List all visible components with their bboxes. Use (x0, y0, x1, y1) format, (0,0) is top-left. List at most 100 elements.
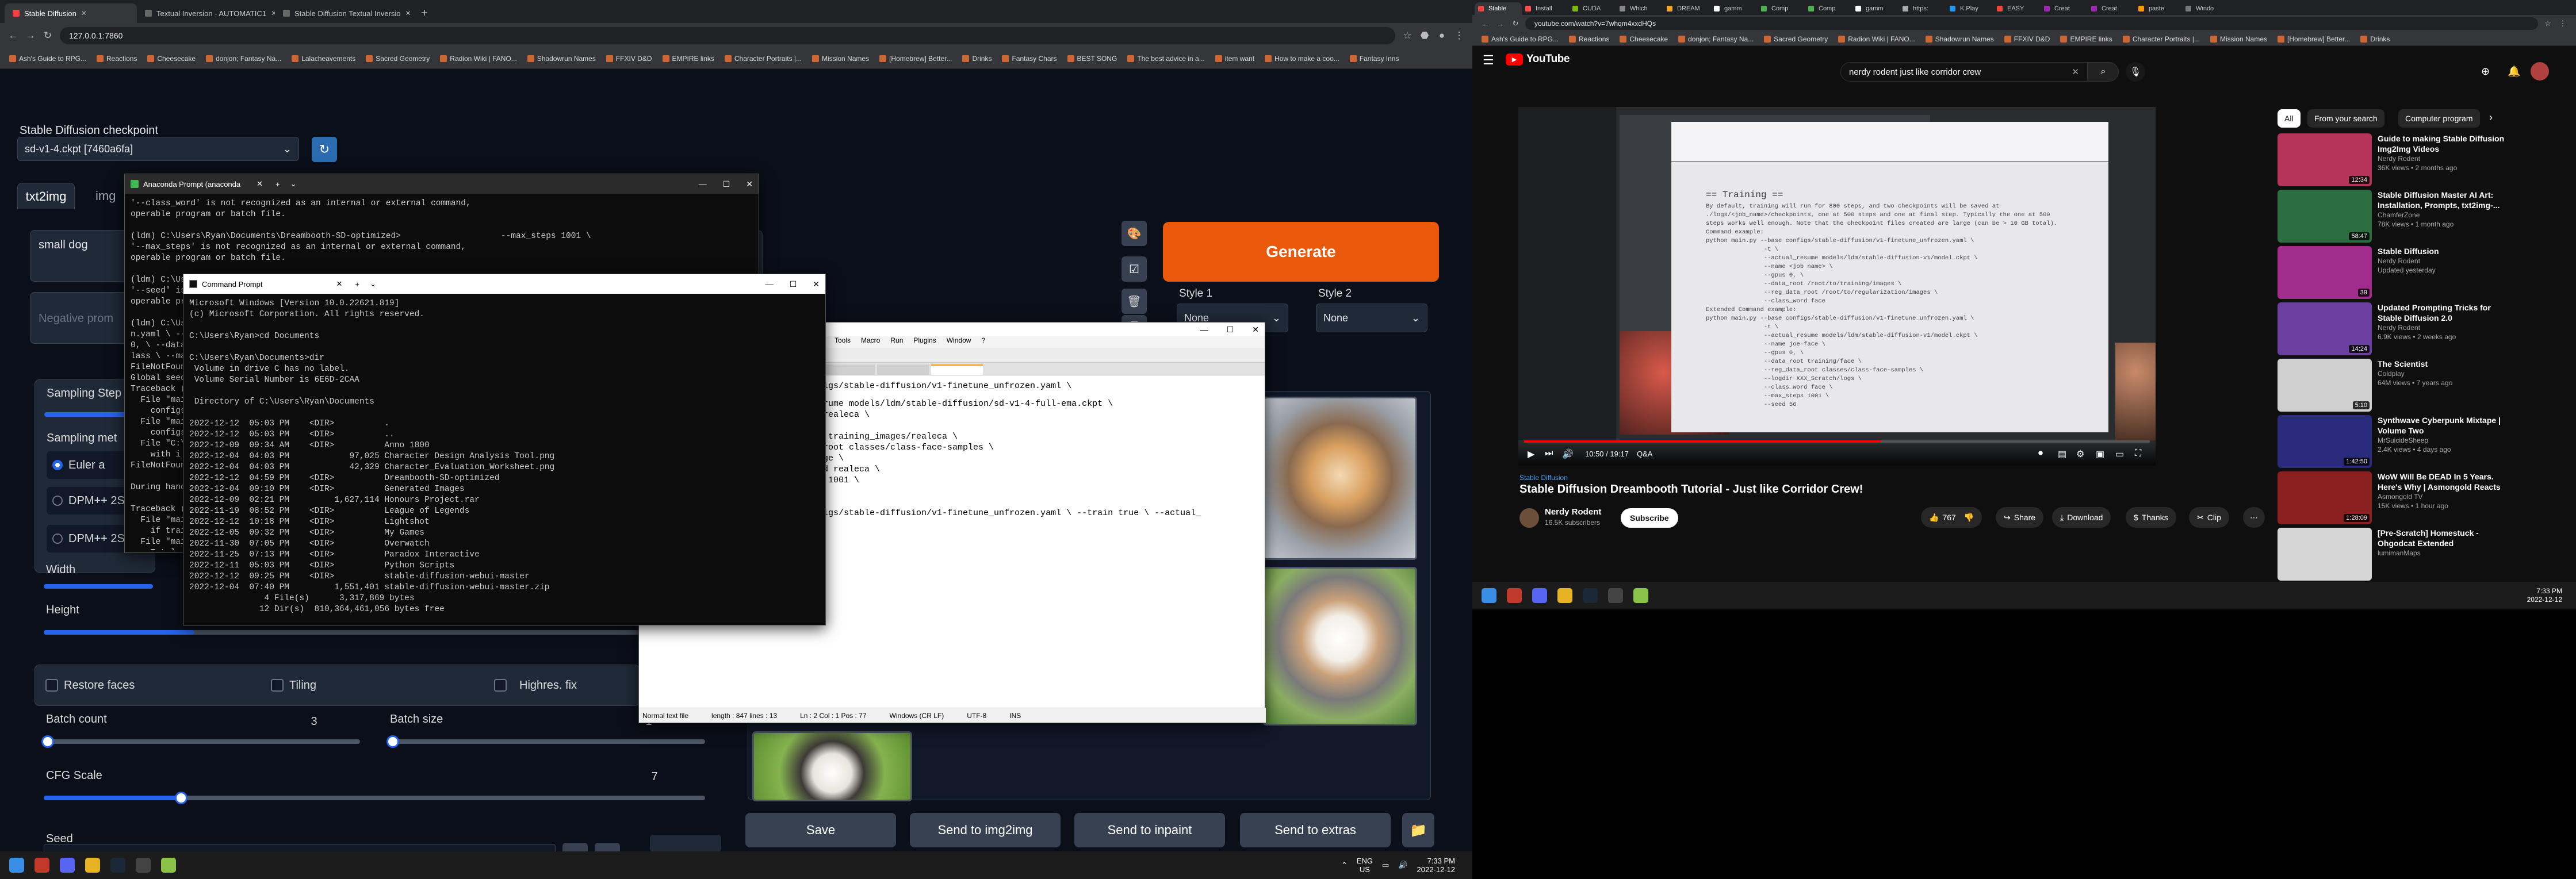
like-button[interactable]: 👍 767 👎 (1921, 507, 1982, 528)
close-tab-icon[interactable]: ✕ (336, 279, 342, 289)
browser-tab[interactable]: gamm (1852, 2, 1899, 15)
discord-icon[interactable] (1532, 588, 1547, 603)
browser-tab[interactable]: Install (1522, 2, 1569, 15)
bookmark-item[interactable]: EMPIRE links (659, 55, 718, 63)
video-thumbnail[interactable] (2278, 528, 2372, 581)
bookmark-item[interactable]: Ash's Guide to RPG... (1478, 35, 1562, 43)
bookmark-item[interactable]: Mission Names (809, 55, 872, 63)
restore-faces-checkbox[interactable] (45, 679, 58, 692)
chip-computer-program[interactable]: Computer program (2398, 109, 2480, 128)
network-icon[interactable]: ▭ (1382, 861, 1389, 870)
bookmark-item[interactable]: Mission Names (2207, 35, 2271, 43)
bookmark-item[interactable]: Cheesecake (144, 55, 199, 63)
clock[interactable]: 7:33 PM 2022-12-12 (2527, 587, 2576, 604)
browser-tab[interactable]: EASY (1993, 2, 2041, 15)
close-icon[interactable]: ✕ (1252, 325, 1259, 335)
star-icon[interactable]: ☆ (2543, 19, 2553, 28)
bookmark-item[interactable]: Shadowrun Names (1922, 35, 1997, 43)
video-thumbnail[interactable]: 14:24 (2278, 302, 2372, 355)
gallery-image-1[interactable] (1263, 397, 1417, 560)
thanks-button[interactable]: $ Thanks (2126, 507, 2176, 528)
paste-icon[interactable]: ☑ (1122, 256, 1147, 282)
interrogate-icon[interactable]: 🎨 (1122, 221, 1147, 246)
chrome-icon[interactable] (85, 858, 100, 873)
maximize-icon[interactable]: ☐ (723, 179, 730, 189)
browser-tab[interactable]: Windo (2182, 2, 2229, 15)
save-button[interactable]: Save (745, 813, 896, 847)
volume-icon[interactable]: 🔊 (1398, 861, 1407, 870)
opera-icon[interactable] (35, 858, 49, 873)
player-chapter[interactable]: Q&A (1637, 450, 1652, 458)
terminal-icon[interactable] (136, 858, 151, 873)
batch-count-slider[interactable] (41, 735, 360, 748)
browser-tab[interactable]: Stable (1475, 2, 1522, 15)
close-icon[interactable]: ✕ (813, 279, 820, 289)
video-thumbnail[interactable]: 5:10 (2278, 359, 2372, 412)
forward-icon[interactable]: → (25, 30, 36, 41)
batch-count-value[interactable]: 3 (303, 715, 326, 732)
bookmark-item[interactable]: Ash's Guide to RPG... (6, 55, 90, 63)
share-button[interactable]: ↪ Share (1996, 507, 2044, 528)
clock[interactable]: 7:33 PM 2022-12-12 (1417, 857, 1456, 874)
send-to-img2img-button[interactable]: Send to img2img (910, 813, 1061, 847)
menu-item[interactable]: Tools (835, 336, 851, 348)
minimize-icon[interactable]: — (699, 179, 707, 189)
chevron-up-icon[interactable]: ⌃ (1341, 861, 1348, 870)
menu-item[interactable]: Macro (861, 336, 880, 348)
bookmark-item[interactable]: FFXIV D&D (2001, 35, 2054, 43)
close-tab-icon[interactable]: ✕ (81, 9, 87, 17)
tiling-checkbox[interactable] (271, 679, 284, 692)
recommended-video[interactable]: 1:42:50 Synthwave Cyberpunk Mixtape | Vol… (2278, 415, 2508, 468)
back-icon[interactable]: ← (1480, 20, 1491, 28)
maximize-icon[interactable]: ☐ (1227, 325, 1234, 335)
checkpoint-dropdown[interactable]: sd-v1-4.ckpt [7460a6fa] ⌄ (17, 137, 299, 161)
hamburger-icon[interactable]: ☰ (1483, 53, 1494, 68)
browser-tab[interactable]: https: (1899, 2, 1946, 15)
bookmark-item[interactable]: Shadowrun Names (524, 55, 599, 63)
bookmark-item[interactable]: [Homebrew] Better... (876, 55, 955, 63)
progress-bar[interactable] (1524, 440, 2150, 443)
reload-icon[interactable]: ↻ (1510, 19, 1521, 28)
new-tab-icon[interactable]: + (355, 280, 359, 289)
settings-icon[interactable]: ⚙ (2076, 448, 2084, 460)
theater-icon[interactable]: ▭ (2115, 448, 2124, 460)
browser-tab[interactable]: K.Play (1946, 2, 1993, 15)
video-player[interactable]: == Training == By default, training will… (1518, 107, 2156, 466)
menu-item[interactable]: Plugins (913, 336, 936, 348)
bookmark-item[interactable]: item want (1212, 55, 1258, 63)
chevron-right-icon[interactable]: › (2489, 112, 2493, 124)
bookmark-item[interactable]: Sacred Geometry (362, 55, 433, 63)
video-thumbnail[interactable]: 39 (2278, 246, 2372, 299)
bookmark-item[interactable]: Radion Wiki | FANO... (1835, 35, 1918, 43)
discord-icon[interactable] (60, 858, 75, 873)
windows-start-icon[interactable] (9, 858, 24, 873)
bookmark-item[interactable]: Radion Wiki | FANO... (437, 55, 520, 63)
browser-tab[interactable]: gamm (1710, 2, 1758, 15)
notepad-tab-active[interactable] (931, 364, 983, 375)
trash-icon[interactable]: 🗑 (1122, 289, 1147, 314)
video-thumbnail[interactable]: 1:42:50 (2278, 415, 2372, 468)
video-thumbnail[interactable]: 12:34 (2278, 133, 2372, 186)
browser-tab[interactable]: CUDA (1569, 2, 1616, 15)
send-to-inpaint-button[interactable]: Send to inpaint (1074, 813, 1225, 847)
maximize-icon[interactable]: ☐ (790, 279, 797, 289)
forward-icon[interactable]: → (1495, 20, 1506, 28)
browser-tab[interactable]: Creat (2088, 2, 2135, 15)
tab-sd-textual-inversion[interactable]: Stable Diffusion Textual Inversio ✕ (275, 3, 413, 23)
browser-tab[interactable]: DREAM (1663, 2, 1710, 15)
close-tab-icon[interactable]: ✕ (271, 9, 275, 17)
bookmark-item[interactable]: Fantasy Chars (998, 55, 1060, 63)
bookmark-item[interactable]: BEST SONG (1064, 55, 1121, 63)
style2-dropdown[interactable]: None ⌄ (1316, 304, 1427, 332)
steam-icon[interactable] (1583, 588, 1598, 603)
notepad-tab[interactable] (877, 364, 929, 375)
bookmark-item[interactable]: How to make a coo... (1261, 55, 1343, 63)
clear-search-icon[interactable]: ✕ (2072, 67, 2079, 77)
menu-icon[interactable]: ⋮ (1454, 30, 1464, 41)
recommended-video[interactable]: 39 Stable Diffusion Nerdy Rodent Updated ye… (2278, 246, 2508, 299)
chip-from-your-search[interactable]: From your search (2307, 109, 2384, 128)
generate-button[interactable]: Generate (1163, 222, 1439, 282)
menu-icon[interactable]: ⋮ (2558, 19, 2568, 28)
search-icon[interactable]: ⌕ (2088, 62, 2119, 82)
fullscreen-icon[interactable]: ⛶ (2135, 448, 2141, 459)
